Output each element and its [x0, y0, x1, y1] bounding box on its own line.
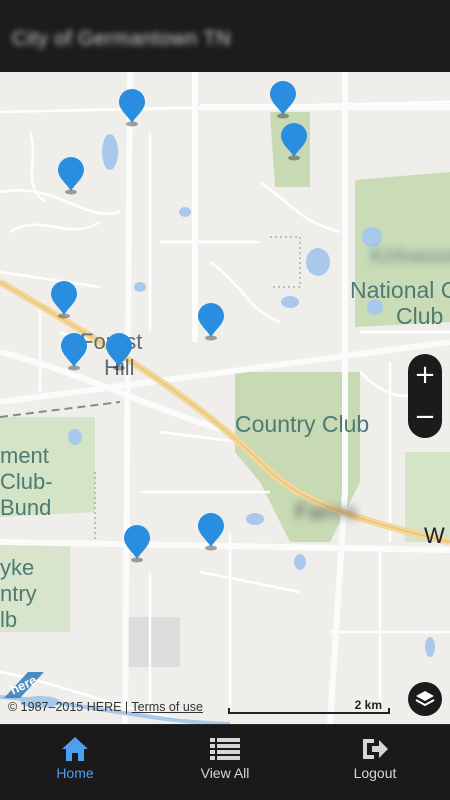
nav-logout[interactable]: Logout [300, 725, 450, 800]
map-label-national-club-2: Club [396, 303, 444, 329]
nav-view-all[interactable]: View All [150, 725, 300, 800]
map-label-left-club-5: ntry [0, 581, 37, 606]
layers-icon [415, 691, 435, 707]
scale-bar [228, 708, 390, 714]
location-marker[interactable] [268, 80, 298, 120]
map-pin-icon [51, 281, 77, 319]
location-marker[interactable] [49, 280, 79, 320]
logout-icon [363, 739, 388, 759]
map-attribution: © 1987–2015 HERE | Terms of use [8, 700, 203, 714]
location-marker[interactable] [59, 332, 89, 372]
here-logo: here [4, 672, 44, 698]
terms-of-use-link[interactable]: Terms of use [131, 700, 203, 714]
app-header: City of Germantown TN [0, 0, 450, 72]
list-icon [210, 738, 240, 760]
map-label-left-club-6: lb [0, 607, 18, 632]
map-pin-icon [281, 123, 307, 161]
page-title: City of Germantown TN [12, 28, 232, 50]
copyright-text: © 1987–2015 HERE | [8, 700, 132, 714]
location-marker[interactable] [117, 88, 147, 128]
zoom-out-button[interactable]: − [408, 396, 442, 438]
map-label-blurred-1: Kirkwood [370, 243, 450, 268]
map-label-left-club-3: Bund [0, 495, 52, 520]
location-marker[interactable] [122, 524, 152, 564]
nav-view-all-label: View All [200, 765, 250, 781]
map-scale: 2 km [228, 698, 390, 716]
map-pin-icon [106, 333, 132, 371]
map-label-blurred-2: Farms [295, 499, 358, 524]
map-pin-icon [61, 333, 87, 371]
nav-logout-label: Logout [353, 765, 397, 781]
zoom-control: + − [408, 354, 442, 438]
map-pin-icon [270, 81, 296, 119]
map-view[interactable]: Forest Hill Country Club National G Club… [0, 72, 450, 724]
location-marker[interactable] [196, 302, 226, 342]
location-marker[interactable] [56, 156, 86, 196]
map-label-national-club-1: National G [350, 277, 450, 303]
map-pin-icon [124, 525, 150, 563]
map-pin-icon [58, 157, 84, 195]
location-marker[interactable] [279, 122, 309, 162]
nav-home-label: Home [56, 765, 94, 781]
home-icon [62, 737, 88, 761]
map-label-left-club-2: Club- [0, 469, 53, 494]
zoom-in-button[interactable]: + [408, 354, 442, 396]
map-label-left-club-1: ment [0, 443, 49, 468]
location-marker[interactable] [196, 512, 226, 552]
layers-button[interactable] [408, 682, 442, 716]
bottom-navigation: Home View All Logout [0, 724, 450, 800]
map-pin-icon [198, 513, 224, 551]
map-label-country-club: Country Club [235, 411, 370, 437]
map-pin-icon [119, 89, 145, 127]
map-pin-icon [198, 303, 224, 341]
nav-home[interactable]: Home [0, 725, 150, 800]
map-label-left-club-4: yke [0, 555, 35, 580]
location-marker[interactable] [104, 332, 134, 372]
map-label-road-letter: W [424, 523, 445, 548]
